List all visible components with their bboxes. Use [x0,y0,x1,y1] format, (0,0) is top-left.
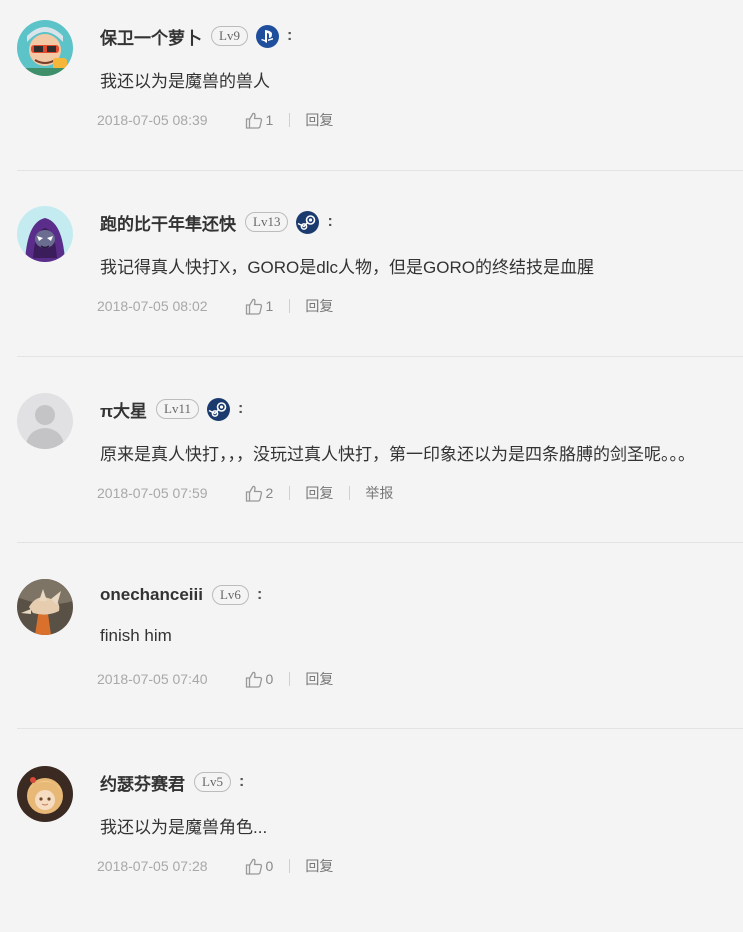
level-badge: Lv13 [245,212,289,232]
avatar[interactable] [17,579,73,635]
level-badge: Lv6 [211,585,249,605]
colon: : [256,586,263,603]
comment-text: 我还以为是魔兽的兽人 [100,72,270,91]
comment-header: onechanceiii Lv6 : [100,582,262,608]
divider [289,672,291,686]
comment-header: 保卫一个萝卜 Lv9 : [100,23,292,49]
comment-header: 约瑟芬赛君 Lv5 : [100,769,244,795]
thumbs-up-icon [245,485,262,502]
comment-text: 我还以为是魔兽角色... [100,818,268,837]
divider [349,486,351,500]
level-badge: Lv5 [194,772,231,792]
colon: : [237,400,244,417]
like-button[interactable]: 0 [245,858,274,875]
avatar[interactable] [17,206,73,262]
like-button[interactable]: 0 [245,671,274,688]
divider [289,299,291,313]
reply-button[interactable]: 回复 [305,669,333,689]
timestamp: 2018-07-05 07:59 [97,485,208,501]
comment-meta: 2018-07-05 07:28 0 回复 [97,856,333,876]
reply-button[interactable]: 回复 [305,483,333,503]
comment-item: 约瑟芬赛君 Lv5 : 我还以为是魔兽角色... 2018-07-05 07:2… [0,746,743,932]
separator [17,728,743,729]
comment-header: π大星 Lv11 : [100,396,243,422]
divider [289,113,291,127]
colon: : [327,213,333,230]
username[interactable]: onechanceiii [100,585,203,605]
colon: : [286,27,293,44]
reply-button[interactable]: 回复 [305,296,333,316]
like-button[interactable]: 1 [245,112,274,129]
reply-button[interactable]: 回复 [305,110,333,130]
comment-item: 跑的比干年隼还快 Lv13 : 我记得真人快打X，GORO是dlc人物，但是GO… [0,186,743,372]
thumbs-up-icon [245,671,262,688]
username[interactable]: 约瑟芬赛君 [100,770,185,795]
comment-item: π大星 Lv11 : 原来是真人快打，，，没玩过真人快打，第一印象还以为是四条胳… [0,373,743,559]
level-badge: Lv11 [156,399,199,419]
separator [17,170,743,171]
playstation-icon [255,24,279,48]
comment-text: 原来是真人快打，，，没玩过真人快打，第一印象还以为是四条胳膊的剑圣呢。。。 [100,445,695,464]
username[interactable]: π大星 [100,397,147,422]
comment-text: finish him [100,626,172,645]
like-button[interactable]: 2 [245,485,274,502]
username[interactable]: 保卫一个萝卜 [100,24,202,49]
thumbs-up-icon [245,112,262,129]
comment-item: 保卫一个萝卜 Lv9 : 我还以为是魔兽的兽人 2018-07-05 08:39 [0,0,743,186]
like-count: 0 [265,858,274,874]
comment-meta: 2018-07-05 08:39 1 回复 [97,110,333,130]
like-button[interactable]: 1 [245,298,274,315]
timestamp: 2018-07-05 08:02 [97,298,208,314]
reply-button[interactable]: 回复 [305,856,333,876]
report-button[interactable]: 举报 [365,483,393,503]
like-count: 2 [265,485,274,501]
timestamp: 2018-07-05 08:39 [97,112,208,128]
divider [289,486,291,500]
separator [17,356,743,357]
like-count: 1 [265,298,274,314]
avatar[interactable] [17,393,73,449]
comment-item: onechanceiii Lv6 : finish him 2018-07-05… [0,559,743,745]
comment-meta: 2018-07-05 07:59 2 回复 举报 [97,483,393,503]
colon: : [238,773,245,790]
comment-list: 保卫一个萝卜 Lv9 : 我还以为是魔兽的兽人 2018-07-05 08:39 [0,0,743,878]
thumbs-up-icon [245,298,262,315]
avatar[interactable] [17,766,73,822]
avatar[interactable] [17,20,73,76]
thumbs-up-icon [245,858,262,875]
comment-meta: 2018-07-05 07:40 0 回复 [97,669,333,689]
comment-header: 跑的比干年隼还快 Lv13 : [100,209,333,235]
like-count: 1 [265,112,274,128]
level-badge: Lv9 [211,26,248,46]
separator [17,542,743,543]
steam-icon [206,397,230,421]
timestamp: 2018-07-05 07:28 [97,858,208,874]
timestamp: 2018-07-05 07:40 [97,671,208,687]
comment-meta: 2018-07-05 08:02 1 回复 [97,296,333,316]
username[interactable]: 跑的比干年隼还快 [100,210,236,235]
steam-icon [296,210,320,234]
comment-text: 我记得真人快打X，GORO是dlc人物，但是GORO的终结技是血腥 [100,258,594,277]
like-count: 0 [265,671,274,687]
divider [289,859,291,873]
